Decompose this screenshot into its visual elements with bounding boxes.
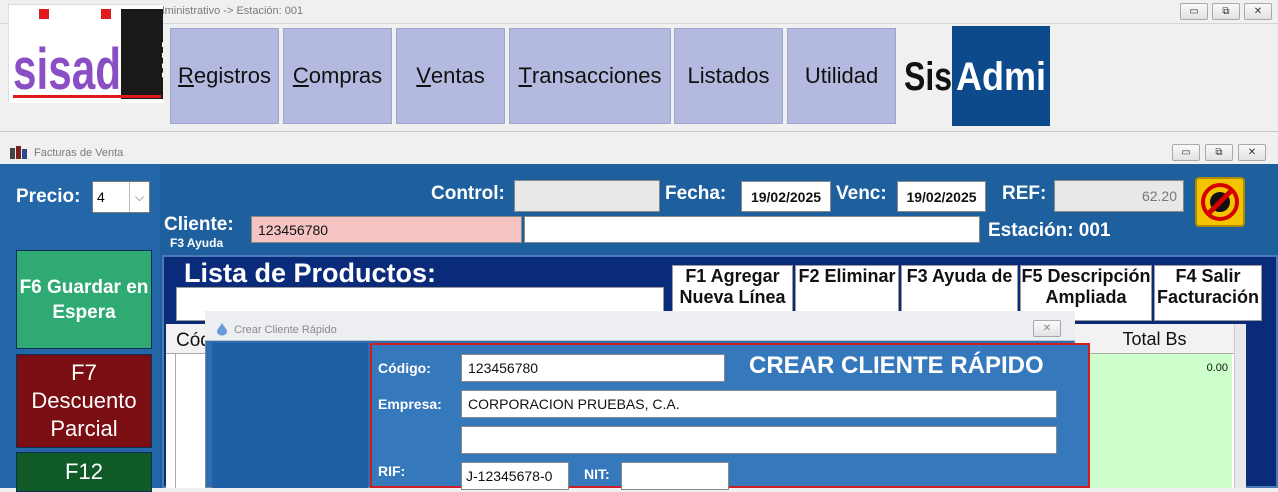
- total-column: [1074, 354, 1232, 488]
- close-button[interactable]: ✕: [1244, 3, 1272, 20]
- sisadmi-logo[interactable]: sisad mi: [8, 4, 192, 103]
- grid-scrollbar[interactable]: [1234, 324, 1246, 488]
- dialog-heading: CREAR CLIENTE RÁPIDO: [749, 352, 1044, 379]
- dialog-drop-icon: [217, 323, 227, 336]
- nit-field[interactable]: [621, 462, 729, 490]
- precio-select[interactable]: 4 ⌵: [92, 181, 150, 213]
- nit-label: NIT:: [584, 466, 610, 482]
- document-icon: [10, 146, 27, 159]
- chevron-down-icon: ⌵: [129, 182, 149, 212]
- menu-transacciones[interactable]: Transacciones: [509, 28, 671, 124]
- cancel-invoice-button[interactable]: [1195, 177, 1245, 227]
- menu-listados[interactable]: Listados: [674, 28, 783, 124]
- guardar-espera-button[interactable]: F6 Guardar en Espera: [16, 250, 152, 349]
- cliente-hint: F3 Ayuda: [170, 236, 224, 250]
- document-titlebar: Facturas de Venta ▭ ⧉ ✕: [0, 142, 1278, 164]
- cliente-code-field[interactable]: 123456780: [251, 216, 522, 243]
- total-value: 0.00: [1206, 362, 1228, 374]
- cliente-label: Cliente:: [164, 214, 234, 235]
- svg-text:mi: mi: [154, 40, 163, 80]
- fecha-field[interactable]: 19/02/2025: [741, 181, 831, 212]
- codigo-label: Código:: [378, 360, 431, 376]
- doc-close-button[interactable]: ✕: [1238, 144, 1266, 161]
- col-total-header: Total Bs: [1074, 324, 1234, 354]
- codigo-field[interactable]: 123456780: [461, 354, 725, 382]
- f12-button[interactable]: F12: [16, 452, 152, 492]
- restore-button[interactable]: ⧉: [1212, 3, 1240, 20]
- ref-label: REF:: [1002, 183, 1047, 204]
- salir-facturacion-button[interactable]: F4 Salir Facturación: [1154, 265, 1262, 321]
- rif-label: RIF:: [378, 463, 406, 479]
- svg-text:Sis: Sis: [904, 55, 952, 99]
- venc-field[interactable]: 19/02/2025: [897, 181, 986, 212]
- no-entry-icon: [1201, 183, 1239, 221]
- product-list-title: Lista de Productos:: [184, 258, 437, 288]
- cliente-name-field[interactable]: [524, 216, 980, 243]
- control-label: Control:: [431, 183, 505, 204]
- app-titlebar: SISADMI 2.0, Tu Sistema Administrativo -…: [0, 0, 1278, 24]
- doc-restore-button[interactable]: ⧉: [1205, 144, 1233, 161]
- rif-field[interactable]: J-12345678-0: [461, 462, 569, 490]
- document-title: Facturas de Venta: [34, 147, 124, 159]
- menu-ventas[interactable]: Ventas: [396, 28, 505, 124]
- descuento-parcial-button[interactable]: F7 Descuento Parcial: [16, 354, 152, 448]
- sisadmi-brand-logo: Sis Admi: [900, 26, 1050, 126]
- precio-value: 4: [97, 189, 105, 205]
- menu-registros[interactable]: Registros: [170, 28, 279, 124]
- fecha-label: Fecha:: [665, 183, 727, 204]
- ref-field[interactable]: 62.20: [1054, 180, 1184, 212]
- menu-compras[interactable]: Compras: [283, 28, 392, 124]
- dialog-close-button[interactable]: ✕: [1033, 320, 1061, 337]
- doc-minimize-button[interactable]: ▭: [1172, 144, 1200, 161]
- svg-text:Admi: Admi: [956, 55, 1046, 99]
- dialog-left-panel: [212, 343, 368, 488]
- empresa-label: Empresa:: [378, 396, 442, 412]
- control-field[interactable]: [514, 180, 660, 212]
- grid-row-indicator: [166, 354, 176, 488]
- precio-label: Precio:: [16, 186, 81, 207]
- minimize-button[interactable]: ▭: [1180, 3, 1208, 20]
- empresa-field[interactable]: CORPORACION PRUEBAS, C.A.: [461, 390, 1057, 418]
- dialog-title: Crear Cliente Rápido: [234, 324, 337, 336]
- menu-utilidad[interactable]: Utilidad: [787, 28, 896, 124]
- venc-label: Venc:: [836, 183, 887, 204]
- svg-text:sisad: sisad: [13, 37, 121, 102]
- empresa-line2-field[interactable]: [461, 426, 1057, 454]
- estacion-label: Estación: 001: [988, 220, 1111, 241]
